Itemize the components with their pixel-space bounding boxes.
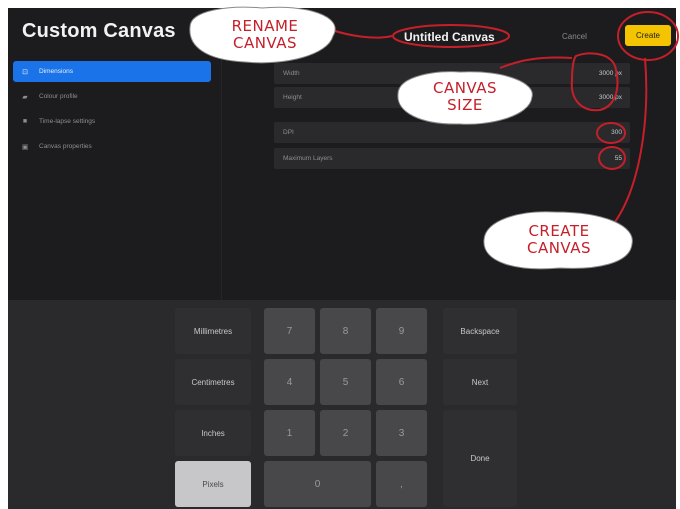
max-layers-row[interactable]: Maximum Layers 55	[274, 148, 630, 169]
rename-annotation-line2: CANVAS	[232, 34, 298, 52]
numeric-keypad: Millimetres Centimetres Inches Pixels 7 …	[8, 300, 676, 509]
sidebar-item-label: Dimensions	[39, 68, 73, 75]
video-camera-icon: ■	[22, 118, 28, 125]
done-button[interactable]: Done	[443, 410, 517, 507]
sidebar-item-dimensions[interactable]: ⊡ Dimensions	[13, 61, 211, 82]
width-label: Width	[283, 70, 300, 77]
sidebar-item-canvas-properties[interactable]: ▣ Canvas properties	[13, 136, 211, 157]
unit-centimetres-button[interactable]: Centimetres	[175, 359, 251, 405]
create-canvas-annotation: CREATE CANVAS	[497, 223, 621, 257]
key-7[interactable]: 7	[264, 308, 315, 354]
height-value[interactable]: 3000 px	[599, 94, 622, 101]
key-5[interactable]: 5	[320, 359, 371, 405]
key-comma[interactable]: ,	[376, 461, 427, 507]
key-0[interactable]: 0	[264, 461, 371, 507]
colour-profile-icon: ▰	[22, 93, 28, 101]
key-6[interactable]: 6	[376, 359, 427, 405]
canvas-name-field[interactable]: Untitled Canvas	[404, 30, 495, 44]
next-button[interactable]: Next	[443, 359, 517, 405]
key-4[interactable]: 4	[264, 359, 315, 405]
key-3[interactable]: 3	[376, 410, 427, 456]
sidebar: ⊡ Dimensions ▰ Colour profile ■ Time-lap…	[8, 53, 222, 300]
sidebar-item-time-lapse[interactable]: ■ Time-lapse settings	[13, 111, 211, 132]
custom-canvas-dialog: Custom Canvas Untitled Canvas Cancel Cre…	[8, 8, 676, 509]
canvas-properties-icon: ▣	[21, 143, 29, 151]
width-value[interactable]: 3000 px	[599, 70, 622, 77]
dimensions-icon: ⊡	[22, 68, 28, 76]
unit-inches-button[interactable]: Inches	[175, 410, 251, 456]
height-label: Height	[283, 94, 302, 101]
dpi-row[interactable]: DPI 300	[274, 122, 630, 143]
unit-millimetres-button[interactable]: Millimetres	[175, 308, 251, 354]
key-8[interactable]: 8	[320, 308, 371, 354]
create-canvas-annotation-line1: CREATE	[528, 222, 590, 240]
rename-annotation-line1: RENAME	[231, 17, 299, 35]
max-layers-label: Maximum Layers	[283, 155, 333, 162]
cancel-button[interactable]: Cancel	[562, 32, 587, 41]
dpi-value[interactable]: 300	[611, 129, 622, 136]
rename-annotation: RENAME CANVAS	[205, 18, 325, 52]
sidebar-item-colour-profile[interactable]: ▰ Colour profile	[13, 86, 211, 107]
key-2[interactable]: 2	[320, 410, 371, 456]
unit-pixels-button[interactable]: Pixels	[175, 461, 251, 507]
dpi-label: DPI	[283, 129, 294, 136]
max-layers-value[interactable]: 55	[615, 155, 622, 162]
canvas-size-annotation: CANVAS SIZE	[406, 80, 524, 114]
backspace-button[interactable]: Backspace	[443, 308, 517, 354]
create-canvas-annotation-line2: CANVAS	[526, 239, 592, 257]
key-1[interactable]: 1	[264, 410, 315, 456]
sidebar-item-label: Canvas properties	[39, 143, 92, 150]
canvas-size-annotation-line2: SIZE	[447, 96, 483, 114]
key-9[interactable]: 9	[376, 308, 427, 354]
page-title: Custom Canvas	[22, 20, 176, 42]
canvas-size-annotation-line1: CANVAS	[432, 79, 498, 97]
create-button[interactable]: Create	[625, 25, 671, 46]
sidebar-item-label: Colour profile	[39, 93, 78, 100]
sidebar-item-label: Time-lapse settings	[39, 118, 96, 125]
